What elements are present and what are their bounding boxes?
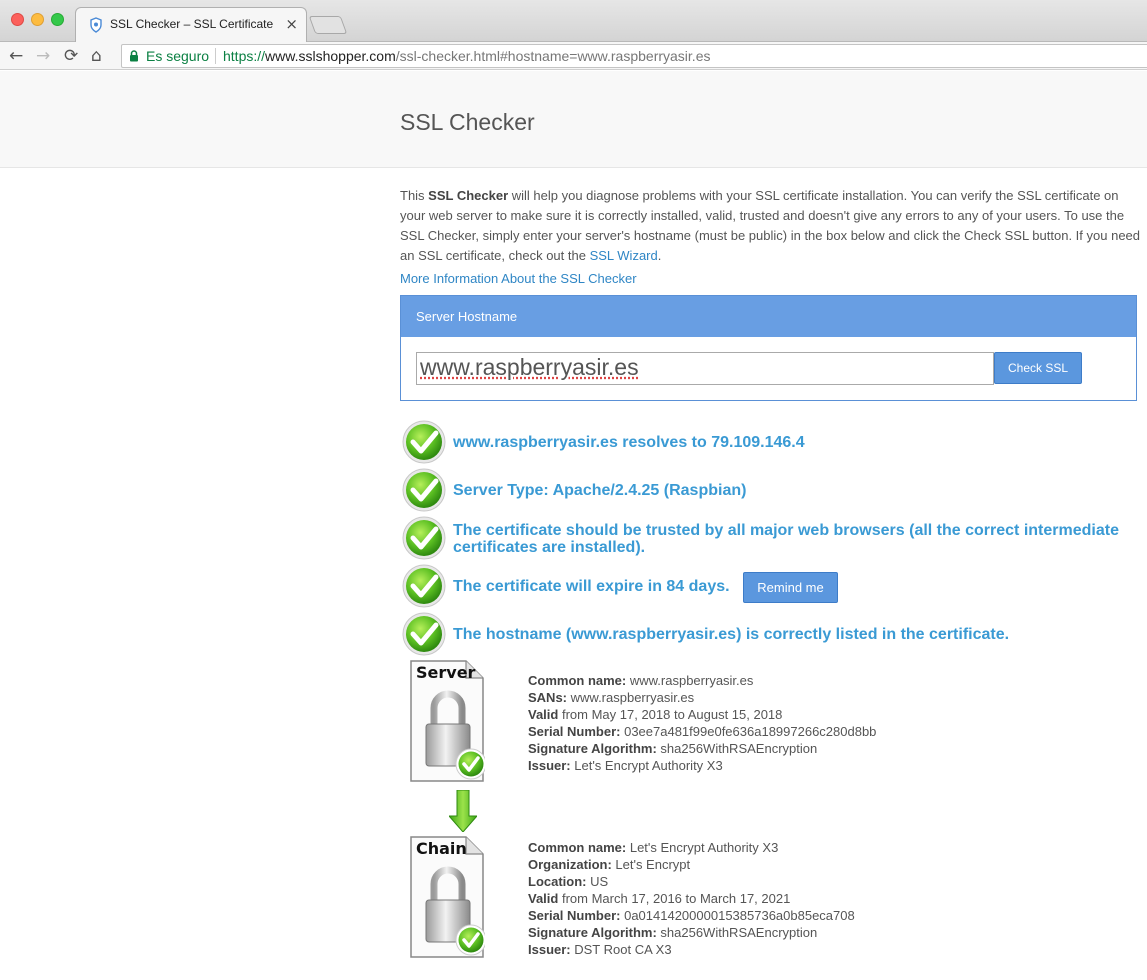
cert-field-label: Valid: [528, 891, 559, 906]
hostname-value: www.raspberryasir.es: [420, 354, 639, 380]
cert-field-label: Organization:: [528, 857, 612, 872]
chain-cert-label: Chain: [416, 839, 467, 858]
intro-bold: SSL Checker: [428, 188, 509, 203]
intro-end: .: [657, 248, 662, 263]
result-hostname: The hostname (www.raspberryasir.es) is c…: [453, 626, 1010, 643]
server-certificate-icon: Server: [408, 658, 485, 784]
result-server-type: Server Type: Apache/2.4.25 (Raspbian): [453, 482, 747, 499]
shield-icon: [90, 17, 102, 33]
result-trusted: The certificate should be trusted by all…: [453, 522, 1119, 556]
cert-field-label: Valid: [528, 707, 559, 722]
cert-field-value: sha256WithRSAEncryption: [656, 741, 818, 756]
hostname-form: Server Hostname www.raspberryasir.es Che…: [400, 295, 1137, 401]
new-tab-button[interactable]: [308, 16, 348, 34]
intro-before: This: [400, 188, 429, 203]
maximize-window-button[interactable]: [51, 13, 64, 26]
browser-tab[interactable]: SSL Checker – SSL Certificate ×: [75, 7, 307, 43]
cert-field-value: DST Root CA X3: [570, 942, 672, 957]
result-resolves: www.raspberryasir.es resolves to 79.109.…: [453, 434, 805, 451]
minimize-window-button[interactable]: [31, 13, 44, 26]
browser-toolbar: ← → ⟳ ⌂ Es seguro https://www.sslshopper…: [0, 42, 1147, 70]
cert-field: Common name: Let's Encrypt Authority X3: [528, 839, 855, 856]
cert-field-value: sha256WithRSAEncryption: [656, 925, 818, 940]
cert-field-value: Let's Encrypt Authority X3: [626, 840, 779, 855]
cert-field-value: www.raspberryasir.es: [567, 690, 695, 705]
lock-icon: [130, 50, 138, 62]
cert-field-label: Serial Number:: [528, 724, 621, 739]
cert-field-label: Issuer:: [528, 942, 571, 957]
cert-field-value: from March 17, 2016 to March 17, 2021: [558, 891, 791, 906]
remind-me-button[interactable]: Remind me: [743, 572, 838, 603]
reload-icon[interactable]: ⟳: [64, 46, 78, 66]
cert-field-label: Serial Number:: [528, 908, 621, 923]
cert-field-value: Let's Encrypt: [611, 857, 691, 872]
intro-after: will help you diagnose problems with you…: [400, 188, 1141, 263]
url-host: www.sslshopper.com: [265, 48, 396, 64]
forward-icon[interactable]: →: [36, 46, 50, 66]
form-header: Server Hostname: [401, 296, 1136, 337]
chain-certificate-icon: Chain: [408, 834, 485, 960]
back-icon[interactable]: ←: [9, 46, 23, 66]
cert-field: Common name: www.raspberryasir.es: [528, 672, 876, 689]
cert-field-value: US: [586, 874, 609, 889]
check-icon: [402, 516, 446, 560]
cert-field: Signature Algorithm: sha256WithRSAEncryp…: [528, 740, 876, 757]
check-icon: [402, 612, 446, 656]
cert-field-value: www.raspberryasir.es: [626, 673, 754, 688]
ssl-wizard-link[interactable]: SSL Wizard: [590, 248, 658, 263]
server-cert-details: Common name: www.raspberryasir.es SANs: …: [528, 672, 876, 774]
tab-title: SSL Checker – SSL Certificate: [110, 17, 274, 31]
cert-field: Valid from March 17, 2016 to March 17, 2…: [528, 890, 855, 907]
cert-field-label: Common name:: [528, 673, 627, 688]
cert-field-label: Common name:: [528, 840, 627, 855]
cert-field-label: Signature Algorithm:: [528, 741, 657, 756]
cert-field: Issuer: DST Root CA X3: [528, 941, 855, 958]
tab-close-icon[interactable]: ×: [285, 15, 298, 33]
browser-titlebar: SSL Checker – SSL Certificate ×: [0, 0, 1147, 43]
result-expiry: The certificate will expire in 84 days.: [453, 578, 730, 595]
cert-field: Location: US: [528, 873, 855, 890]
intro-text: This SSL Checker will help you diagnose …: [400, 186, 1140, 266]
check-icon: [402, 420, 446, 464]
cert-field: Serial Number: 03ee7a481f99e0fe636a18997…: [528, 723, 876, 740]
page-title: SSL Checker: [400, 109, 535, 135]
url-scheme: https://: [223, 48, 266, 64]
hostname-input[interactable]: www.raspberryasir.es: [416, 352, 994, 385]
check-icon: [402, 468, 446, 512]
cert-field-label: Issuer:: [528, 758, 571, 773]
cert-field: SANs: www.raspberryasir.es: [528, 689, 876, 706]
check-icon: [402, 564, 446, 608]
server-cert-label: Server: [416, 663, 476, 682]
cert-field-label: Signature Algorithm:: [528, 925, 657, 940]
url-separator: [215, 48, 216, 64]
address-bar[interactable]: Es seguro https://www.sslshopper.com/ssl…: [121, 44, 1147, 68]
close-window-button[interactable]: [11, 13, 24, 26]
cert-field: Organization: Let's Encrypt: [528, 856, 855, 873]
cert-field-label: Location:: [528, 874, 587, 889]
cert-field-label: SANs:: [528, 690, 568, 705]
cert-field: Issuer: Let's Encrypt Authority X3: [528, 757, 876, 774]
cert-field-value: Let's Encrypt Authority X3: [570, 758, 723, 773]
cert-field: Serial Number: 0a0141420000015385736a0b8…: [528, 907, 855, 924]
cert-field: Valid from May 17, 2018 to August 15, 20…: [528, 706, 876, 723]
more-info-link[interactable]: More Information About the SSL Checker: [400, 271, 637, 286]
check-ssl-button[interactable]: Check SSL: [994, 352, 1082, 384]
cert-field-value: 03ee7a481f99e0fe636a18997266c280d8bb: [620, 724, 877, 739]
cert-field-value: from May 17, 2018 to August 15, 2018: [558, 707, 783, 722]
cert-field-value: 0a0141420000015385736a0b85eca708: [620, 908, 855, 923]
arrow-down-icon: [449, 790, 477, 832]
secure-label: Es seguro: [146, 48, 210, 64]
cert-field: Signature Algorithm: sha256WithRSAEncryp…: [528, 924, 855, 941]
page-header: SSL Checker: [0, 71, 1147, 168]
home-icon[interactable]: ⌂: [91, 46, 102, 66]
chain-cert-details: Common name: Let's Encrypt Authority X3 …: [528, 839, 855, 958]
url-path: /ssl-checker.html#hostname=www.raspberry…: [395, 48, 711, 64]
url-text[interactable]: https://www.sslshopper.com/ssl-checker.h…: [223, 48, 710, 64]
